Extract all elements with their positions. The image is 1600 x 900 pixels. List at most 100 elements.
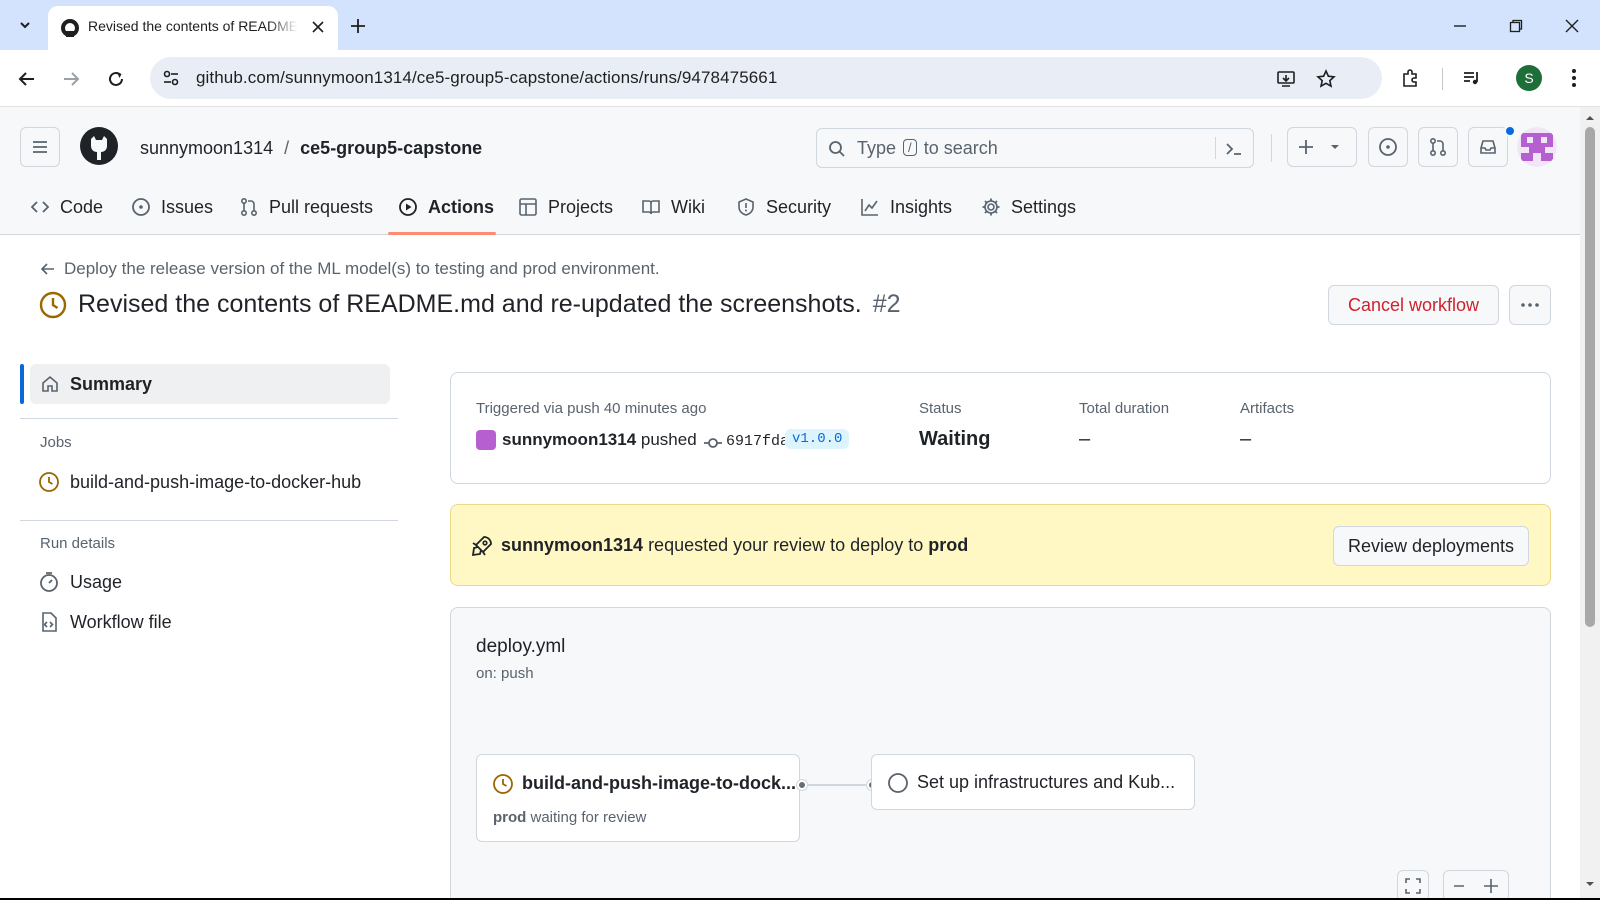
scroll-down-icon[interactable] <box>1580 877 1600 891</box>
status-value: Waiting <box>919 428 991 450</box>
search-placeholder-prefix: Type <box>857 138 897 158</box>
more-options-button[interactable] <box>1509 285 1551 325</box>
sidebar-usage-label: Usage <box>70 572 123 592</box>
pull-request-icon <box>1429 137 1447 157</box>
job-connector-line <box>801 784 871 786</box>
code-icon <box>30 201 50 213</box>
workflow-trigger: on: push <box>476 665 534 682</box>
sidebar-item-summary[interactable]: Summary <box>30 364 390 404</box>
cancel-workflow-button[interactable]: Cancel workflow <box>1328 285 1499 325</box>
pull-requests-button[interactable] <box>1418 127 1458 167</box>
media-control-icon[interactable] <box>1458 64 1486 92</box>
job-node-title: Set up infrastructures and Kub... <box>917 772 1176 792</box>
sidebar-divider <box>20 520 398 521</box>
back-arrow-icon[interactable] <box>14 66 40 92</box>
workflow-back-link[interactable]: Deploy the release version of the ML mod… <box>40 259 660 279</box>
address-bar[interactable]: github.com/sunnymoon1314/ce5-group5-caps… <box>150 57 1382 99</box>
sidebar-divider <box>20 418 398 419</box>
workflow-graph-card: deploy.yml on: push build-and-push-image… <box>450 607 1551 898</box>
repo-owner-link[interactable]: sunnymoon1314 <box>140 138 273 158</box>
command-palette-icon[interactable] <box>1221 137 1247 161</box>
pull-request-icon <box>240 197 258 217</box>
tab-code-label: Code <box>60 196 104 217</box>
inbox-button[interactable] <box>1468 127 1508 167</box>
restore-icon[interactable] <box>1504 14 1528 38</box>
search-placeholder-suffix: to search <box>923 138 998 158</box>
review-environment: prod <box>928 535 969 555</box>
sidebar-item-job[interactable]: build-and-push-image-to-docker-hub <box>30 467 390 497</box>
play-circle-icon <box>399 198 417 216</box>
review-requester[interactable]: sunnymoon1314 <box>501 535 643 555</box>
url-text: github.com/sunnymoon1314/ce5-group5-caps… <box>196 68 778 87</box>
sidebar-workflow-file-label: Workflow file <box>70 612 172 632</box>
review-deployments-button[interactable]: Review deployments <box>1333 526 1529 566</box>
close-tab-icon[interactable] <box>312 20 324 38</box>
search-placeholder: Type / to search <box>857 138 998 159</box>
tab-security[interactable]: Security <box>736 187 831 227</box>
tab-settings-label: Settings <box>1011 196 1077 217</box>
browser-menu-icon[interactable] <box>1564 64 1584 92</box>
browser-tab-bar: Revised the contents of README.md and re… <box>0 0 1600 50</box>
site-info-icon[interactable] <box>160 67 182 89</box>
fullscreen-button[interactable] <box>1397 870 1429 898</box>
run-number: #2 <box>872 290 901 318</box>
issue-circle-icon <box>1379 138 1397 156</box>
sidebar-item-usage[interactable]: Usage <box>30 567 390 597</box>
commit-sha-link[interactable]: 6917fda <box>726 433 789 450</box>
tab-issues[interactable]: Issues <box>131 187 213 227</box>
tab-pull-requests[interactable]: Pull requests <box>239 187 373 227</box>
tab-wiki[interactable]: Wiki <box>641 187 705 227</box>
tab-pull-requests-label: Pull requests <box>269 196 374 217</box>
job-node-title: build-and-push-image-to-dock... <box>522 773 796 793</box>
graph-icon <box>861 199 878 216</box>
tag-badge[interactable]: v1.0.0 <box>785 429 850 449</box>
job-node-setup-infra[interactable]: Set up infrastructures and Kub... <box>871 754 1195 810</box>
scrollbar-thumb[interactable] <box>1585 127 1595 627</box>
install-app-icon[interactable] <box>1274 67 1298 91</box>
forward-arrow-icon[interactable] <box>58 66 84 92</box>
zoom-controls[interactable] <box>1443 870 1509 898</box>
artifacts-label: Artifacts <box>1240 400 1295 417</box>
close-window-icon[interactable] <box>1560 14 1584 38</box>
browser-tab[interactable]: Revised the contents of README.md and re… <box>48 6 338 50</box>
reload-icon[interactable] <box>103 66 129 92</box>
bookmark-star-icon[interactable] <box>1314 67 1338 91</box>
search-divider <box>1215 137 1216 159</box>
clock-icon <box>38 290 68 320</box>
pusher-avatar[interactable] <box>476 430 496 450</box>
minimize-icon[interactable] <box>1448 14 1472 38</box>
global-nav-menu-button[interactable] <box>20 127 60 167</box>
search-input[interactable]: Type / to search <box>816 128 1254 168</box>
extensions-icon[interactable] <box>1396 64 1424 92</box>
status-label: Status <box>919 400 962 417</box>
issues-button[interactable] <box>1368 127 1408 167</box>
job-node-build-and-push[interactable]: build-and-push-image-to-dock... prod wai… <box>476 754 800 842</box>
sidebar-item-workflow-file[interactable]: Workflow file <box>30 607 390 637</box>
gear-icon <box>982 198 1000 216</box>
tab-search-icon[interactable] <box>12 12 38 38</box>
run-page: Deploy the release version of the ML mod… <box>0 235 1580 898</box>
book-icon <box>642 200 660 215</box>
hamburger-icon <box>33 141 47 153</box>
create-new-button[interactable] <box>1287 127 1357 167</box>
tab-insights[interactable]: Insights <box>860 187 952 227</box>
tab-projects[interactable]: Projects <box>518 187 613 227</box>
pusher-username[interactable]: sunnymoon1314 <box>502 430 636 449</box>
tab-code[interactable]: Code <box>30 187 103 227</box>
summary-active-indicator <box>20 364 24 404</box>
repo-name-link[interactable]: ce5-group5-capstone <box>300 138 482 158</box>
scroll-up-icon[interactable] <box>1580 111 1600 125</box>
user-avatar[interactable] <box>1517 127 1557 167</box>
profile-avatar[interactable]: S <box>1516 65 1542 91</box>
tab-security-label: Security <box>766 196 832 217</box>
tab-actions-label: Actions <box>428 196 495 217</box>
tab-title: Revised the contents of README.md and re… <box>88 18 298 34</box>
browser-toolbar: github.com/sunnymoon1314/ce5-group5-caps… <box>0 50 1600 107</box>
tab-actions[interactable]: Actions <box>398 187 494 227</box>
new-tab-icon[interactable] <box>346 14 370 38</box>
github-logo-icon[interactable] <box>78 125 120 167</box>
run-summary-card: Triggered via push 40 minutes ago sunnym… <box>450 372 1551 484</box>
page-scrollbar[interactable] <box>1580 107 1600 898</box>
tab-settings[interactable]: Settings <box>981 187 1076 227</box>
clock-icon <box>39 472 59 492</box>
